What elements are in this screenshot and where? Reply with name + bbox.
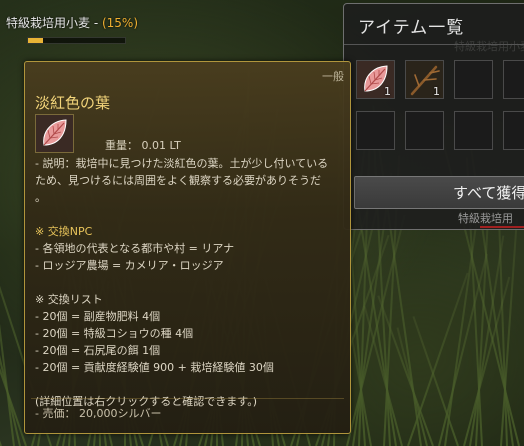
item-slot-7[interactable] [454,111,493,150]
description-line: - 各領地の代表となる都市や村 = リアナ [35,242,235,255]
quest-name: 特級栽培用小麦 - [6,16,102,30]
quest-progress-bar [27,37,126,44]
item-sell-price: - 売価： 20,000シルバー [35,407,162,420]
divider [344,44,524,45]
description-line: - 20個 = 特級コショウの種 4個 [35,327,194,340]
description-line: - 20個 = 貢献度経験値 900 + 栽培経験値 30個 [35,361,274,374]
get-all-button[interactable]: すべて獲得 [354,176,524,209]
description-line: - 20個 = 石尻尾の餌 1個 [35,344,161,357]
item-tooltip: 一般 淡紅色の葉 重量： 0.01 LT - 説明：栽培中に見つけた淡紅色の葉。… [24,61,351,434]
description-line: 。 [35,191,46,204]
item-slot-2[interactable]: 1 [405,60,444,99]
description-line [35,206,340,223]
item-slot-4[interactable] [503,60,524,99]
item-slot-6[interactable] [405,111,444,150]
item-count: 1 [384,85,391,98]
quest-tracker[interactable]: 特級栽培用小麦 - (15%) [6,14,138,31]
selection-underline [480,226,524,228]
description-line: - ロッジア農場 = カメリア・ロッジア [35,259,224,272]
description-line: - 説明：栽培中に見つけた淡紅色の葉。土が少し付いている [35,157,329,170]
item-description: - 説明：栽培中に見つけた淡紅色の葉。土が少し付いている ため、見つけるには周囲を… [35,155,340,410]
item-slot-1[interactable]: 1 [356,60,395,99]
description-line: - 20個 = 副産物肥料 4個 [35,310,161,323]
item-icon-frame [35,114,74,153]
items-watermark: 特級栽培用小麦 - (15%) [454,40,524,53]
item-slot-3[interactable] [454,60,493,99]
item-list-title: アイテム一覧 [358,18,465,38]
item-name: 淡紅色の葉 [35,94,111,112]
item-list-panel: 特級栽培用小麦 - (15%) アイテム一覧 1 1 すべて獲得 [343,3,524,230]
item-count: 1 [433,85,440,98]
divider [31,398,344,399]
quest-progress-fill [28,38,43,43]
item-slot-5[interactable] [356,111,395,150]
quest-percent: (15%) [101,16,139,30]
description-line: ※ 交換リスト [35,293,103,306]
description-line [35,274,340,291]
description-line: ※ 交換NPC [35,225,93,238]
item-grade: 一般 [322,70,344,83]
description-line [35,376,340,393]
get-all-sub-label: 特級栽培用 [458,212,513,225]
light-red-leaf-icon [36,115,73,152]
item-weight: 重量： 0.01 LT [105,139,181,152]
item-slot-8[interactable] [503,111,524,150]
description-line: ため、見つけるには周囲をよく観察する必要がありそうだ [35,174,321,187]
